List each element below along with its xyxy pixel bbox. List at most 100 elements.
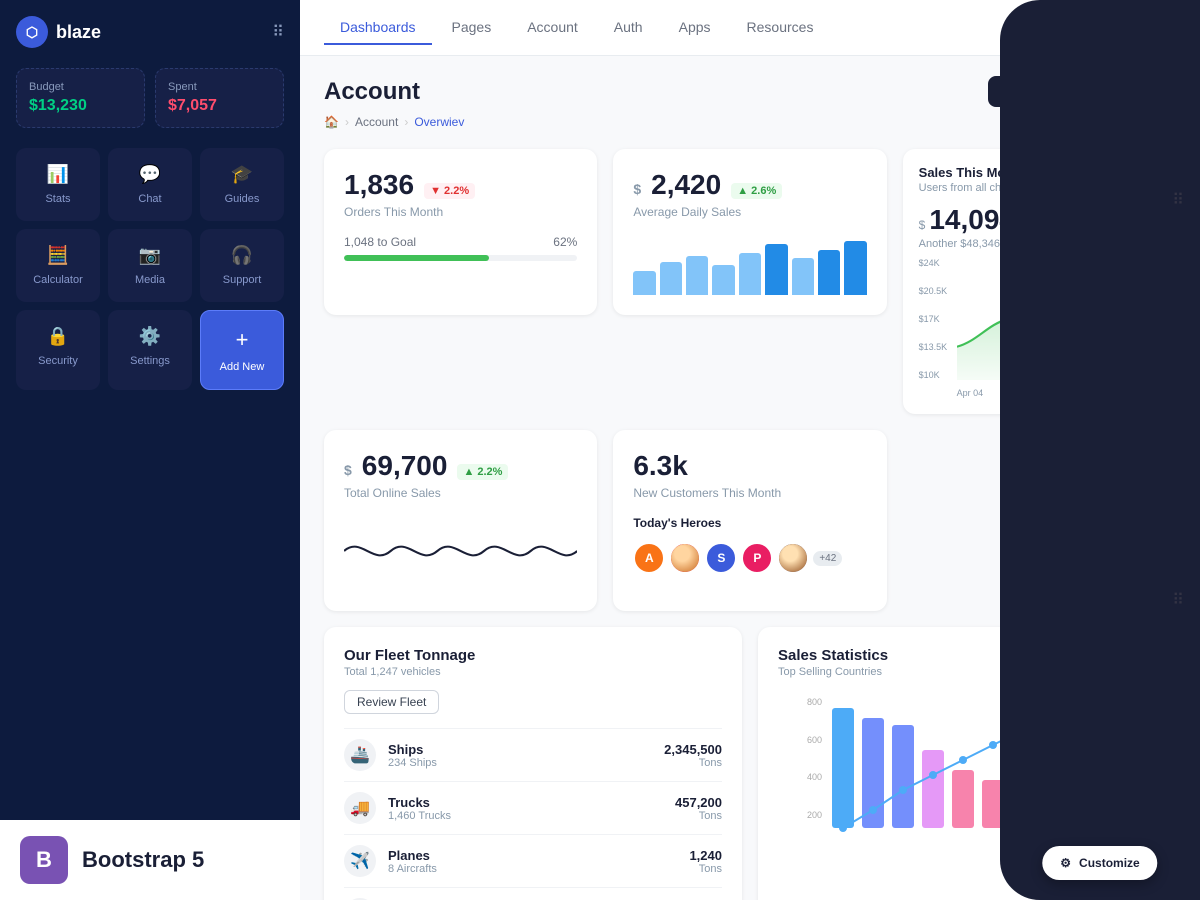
panel-dots-2: ⠿	[1172, 590, 1184, 610]
trucks-info: Trucks 1,460 Trucks	[388, 795, 675, 822]
fleet-row-trucks: 🚚 Trucks 1,460 Trucks 457,200 Tons	[344, 781, 722, 834]
budget-value: $13,230	[29, 97, 132, 115]
y-axis: $24K $20.5K $17K $13.5K $10K	[919, 258, 957, 380]
sidebar: ⬡ blaze ⠿ Budget $13,230 Spent $7,057 📊 …	[0, 0, 300, 900]
tab-dashboards[interactable]: Dashboards	[324, 11, 432, 45]
sales-prefix: $	[919, 218, 926, 232]
fleet-row-ships: 🚢 Ships 234 Ships 2,345,500 Tons	[344, 728, 722, 781]
svg-text:600: 600	[807, 735, 822, 745]
tab-resources[interactable]: Resources	[731, 11, 830, 45]
panel-dots-1: ⠿	[1172, 190, 1184, 210]
tab-apps[interactable]: Apps	[663, 11, 727, 45]
tab-account[interactable]: Account	[511, 11, 594, 45]
progress-bar	[344, 255, 577, 261]
sidebar-item-guides[interactable]: 🎓 Guides	[200, 148, 284, 221]
customize-icon: ⚙	[1060, 856, 1071, 870]
trucks-sub: 1,460 Trucks	[388, 810, 675, 822]
tab-auth[interactable]: Auth	[598, 11, 659, 45]
sidebar-item-support[interactable]: 🎧 Support	[200, 229, 284, 302]
hero-4: P	[741, 542, 773, 574]
media-icon: 📷	[139, 245, 161, 266]
settings-icon: ⚙️	[139, 326, 161, 347]
menu-icon[interactable]: ⠿	[272, 22, 284, 42]
spent-card: Spent $7,057	[155, 68, 284, 128]
trucks-value: 457,200 Tons	[675, 795, 722, 822]
hero-1: A	[633, 542, 665, 574]
sidebar-item-media[interactable]: 📷 Media	[108, 229, 192, 302]
online-sales-badge: ▲ 2.2%	[457, 464, 508, 480]
planes-icon: ✈️	[344, 845, 376, 877]
logo-icon: ⬡	[16, 16, 48, 48]
svg-text:200: 200	[807, 810, 822, 820]
guides-icon: 🎓	[231, 164, 253, 185]
svg-text:800: 800	[807, 697, 822, 707]
online-sales-label: Total Online Sales	[344, 486, 577, 500]
stats-icon: 📊	[47, 164, 69, 185]
trucks-name: Trucks	[388, 795, 675, 810]
bar-3	[686, 256, 708, 295]
sidebar-item-stats[interactable]: 📊 Stats	[16, 148, 100, 221]
goal-label: 1,048 to Goal	[344, 235, 416, 249]
y-label-3: $17K	[919, 314, 957, 324]
svg-text:400: 400	[807, 772, 822, 782]
ships-name: Ships	[388, 742, 664, 757]
sidebar-item-add-new[interactable]: + Add New	[200, 310, 284, 390]
support-icon: 🎧	[231, 245, 253, 266]
review-fleet-button[interactable]: Review Fleet	[344, 690, 439, 714]
bar-4	[712, 265, 734, 295]
chat-label: Chat	[138, 193, 161, 205]
fleet-row-trains: 🚂 Trains 804,300	[344, 887, 722, 900]
fleet-subtitle: Total 1,247 vehicles	[344, 666, 722, 678]
planes-value: 1,240 Tons	[689, 848, 722, 875]
fleet-row-planes: ✈️ Planes 8 Aircrafts 1,240 Tons	[344, 834, 722, 887]
bar-9	[844, 241, 866, 295]
right-panel: ⠿ ⠿ ⚙ Customize	[1000, 0, 1200, 900]
bootstrap-label: Bootstrap 5	[82, 847, 204, 873]
ships-value: 2,345,500 Tons	[664, 742, 722, 769]
trucks-icon: 🚚	[344, 792, 376, 824]
avg-sales-value: 2,420	[651, 169, 721, 201]
bar-7	[792, 258, 814, 295]
security-label: Security	[38, 355, 78, 367]
page-title: Account	[324, 78, 420, 106]
hero-2	[669, 542, 701, 574]
heroes-title: Today's Heroes	[633, 516, 866, 530]
new-customers-card: 6.3k New Customers This Month Today's He…	[613, 430, 886, 611]
support-label: Support	[223, 274, 262, 286]
planes-name: Planes	[388, 848, 689, 863]
bootstrap-badge: B Bootstrap 5	[0, 820, 300, 900]
customize-button[interactable]: ⚙ Customize	[1042, 846, 1157, 880]
calculator-icon: 🧮	[47, 245, 69, 266]
bar-5	[739, 253, 761, 295]
hero-3: S	[705, 542, 737, 574]
security-icon: 🔒	[47, 326, 69, 347]
online-sales-value: 69,700	[362, 450, 448, 482]
bar-6	[765, 244, 787, 295]
budget-row: Budget $13,230 Spent $7,057	[16, 68, 284, 128]
sidebar-item-security[interactable]: 🔒 Security	[16, 310, 100, 390]
nav-tabs: Dashboards Pages Account Auth Apps Resou…	[324, 11, 829, 45]
breadcrumb-current: Overwiev	[414, 115, 464, 129]
ships-sub: 234 Ships	[388, 757, 664, 769]
breadcrumb-home-icon[interactable]: 🏠	[324, 115, 339, 129]
avg-sales-label: Average Daily Sales	[633, 205, 866, 219]
heroes-count: +42	[813, 551, 842, 566]
bar-1	[633, 271, 655, 295]
logo-area: ⬡ blaze	[16, 16, 101, 48]
y-label-2: $20.5K	[919, 286, 957, 296]
sidebar-item-calculator[interactable]: 🧮 Calculator	[16, 229, 100, 302]
sidebar-item-settings[interactable]: ⚙️ Settings	[108, 310, 192, 390]
tab-pages[interactable]: Pages	[436, 11, 508, 45]
chat-icon: 💬	[139, 164, 161, 185]
spent-value: $7,057	[168, 97, 271, 115]
breadcrumb-account[interactable]: Account	[355, 115, 398, 129]
y-label-1: $24K	[919, 258, 957, 268]
progress-fill	[344, 255, 489, 261]
sidebar-item-chat[interactable]: 💬 Chat	[108, 148, 192, 221]
y-label-4: $13.5K	[919, 342, 957, 352]
avg-sales-card: $ 2,420 ▲ 2.6% Average Daily Sales	[613, 149, 886, 315]
y-label-5: $10K	[919, 370, 957, 380]
fleet-card: Our Fleet Tonnage Total 1,247 vehicles R…	[324, 627, 742, 900]
budget-label: Budget	[29, 81, 132, 93]
avg-sales-badge: ▲ 2.6%	[731, 183, 782, 199]
